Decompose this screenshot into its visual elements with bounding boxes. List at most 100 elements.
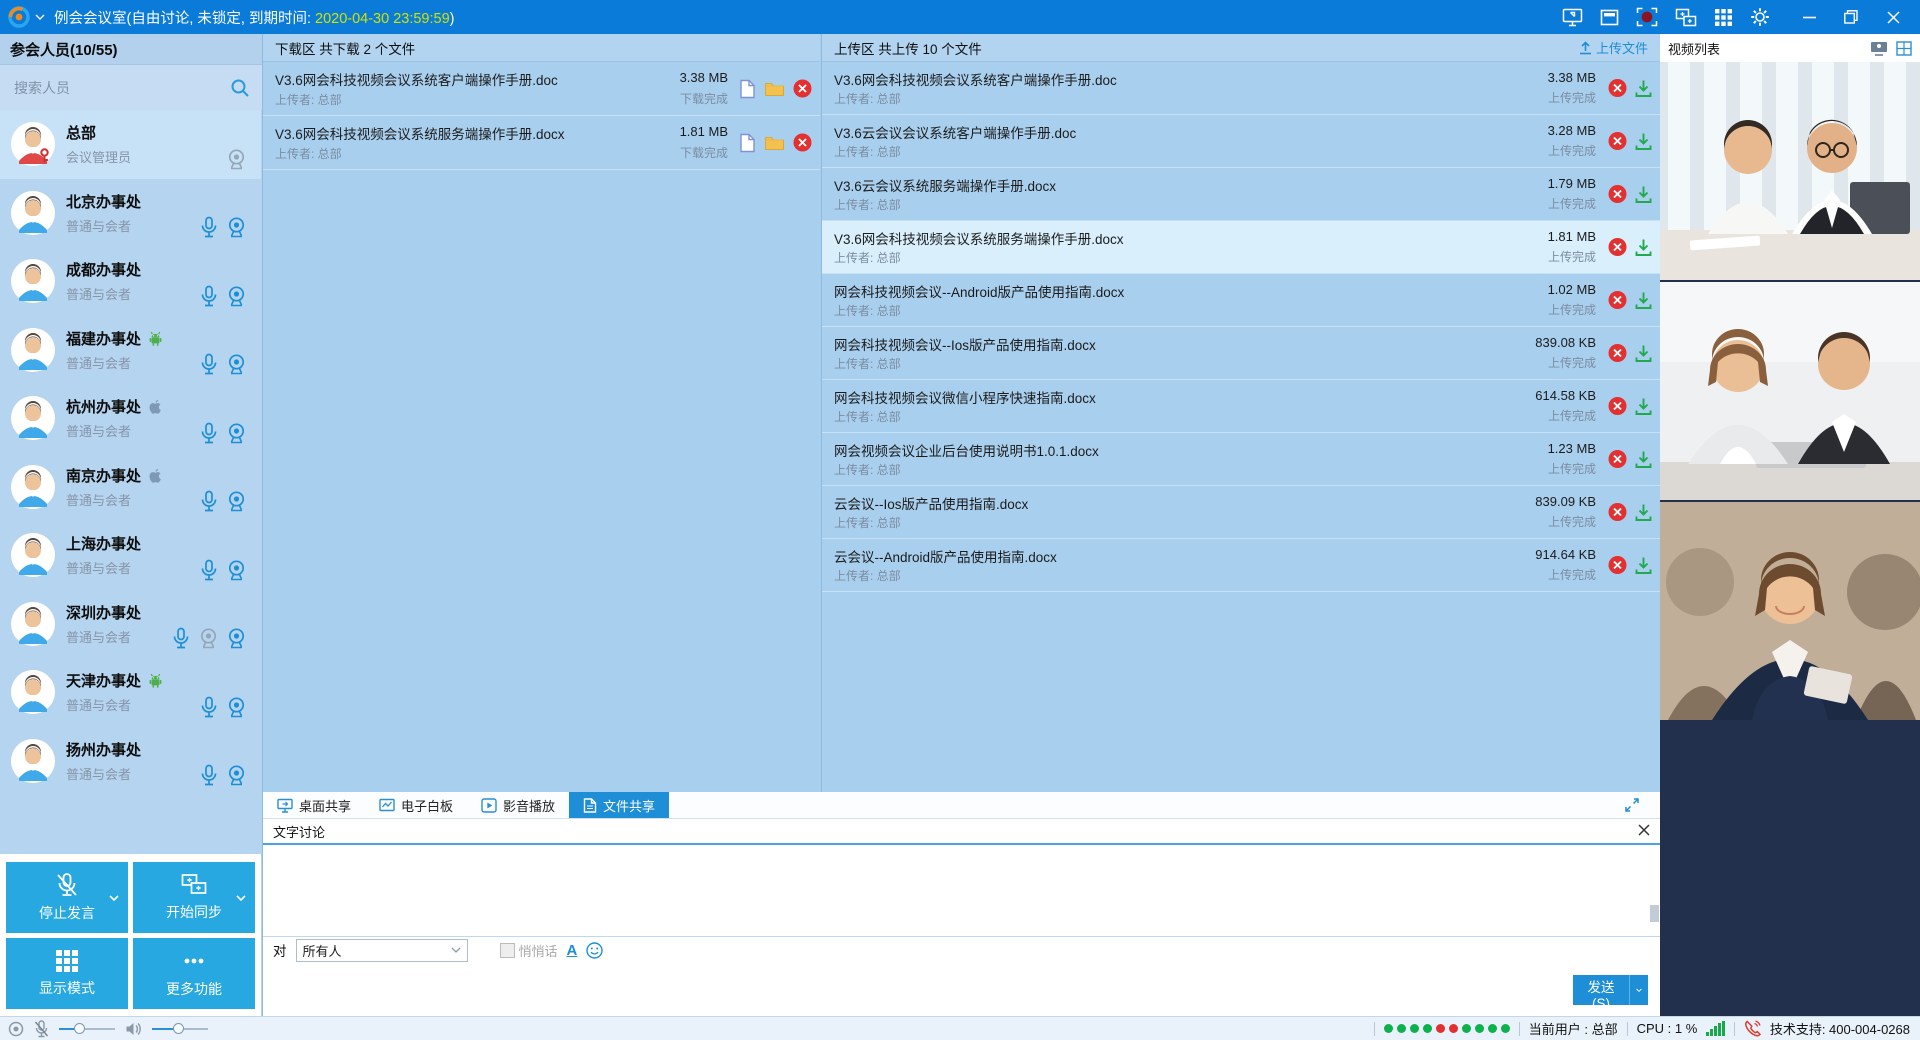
- expand-icon[interactable]: [1624, 797, 1640, 813]
- minimize-button[interactable]: [1788, 0, 1830, 34]
- participant-row[interactable]: 深圳办事处 普通与会者: [0, 590, 261, 659]
- participant-row[interactable]: 杭州办事处 普通与会者: [0, 384, 261, 453]
- download-file-row[interactable]: V3.6网会科技视频会议系统服务端操作手册.docx 上传者: 总部 1.81 …: [263, 116, 820, 170]
- delete-icon[interactable]: [1608, 503, 1627, 522]
- delete-icon[interactable]: [1608, 185, 1627, 204]
- upload-file-row[interactable]: V3.6云会议系统服务端操作手册.docx 上传者: 总部 1.79 MB 上传…: [822, 168, 1660, 221]
- control-button[interactable]: 开始同步: [133, 862, 255, 933]
- control-button[interactable]: 显示模式: [6, 938, 128, 1009]
- delete-icon[interactable]: [1608, 132, 1627, 151]
- camera-icon[interactable]: [226, 696, 247, 718]
- chat-close-icon[interactable]: [1638, 824, 1650, 836]
- delete-icon[interactable]: [1608, 344, 1627, 363]
- camera-icon[interactable]: [226, 764, 247, 786]
- layout-grid-icon[interactable]: [1714, 8, 1733, 27]
- camera-icon[interactable]: [226, 353, 247, 375]
- video-device-icon[interactable]: [1870, 41, 1888, 56]
- whisper-option[interactable]: 悄悄话: [500, 941, 558, 960]
- delete-icon[interactable]: [1608, 238, 1627, 257]
- mic-icon[interactable]: [199, 422, 219, 444]
- search-input[interactable]: [12, 79, 230, 97]
- mic-icon[interactable]: [199, 764, 219, 786]
- participant-row[interactable]: 南京办事处 普通与会者: [0, 453, 261, 522]
- send-options-button[interactable]: [1629, 975, 1648, 1005]
- restore-button[interactable]: [1830, 0, 1872, 34]
- download-icon[interactable]: [1635, 503, 1652, 521]
- record-icon[interactable]: [1636, 7, 1658, 27]
- download-icon[interactable]: [1635, 344, 1652, 362]
- search-icon[interactable]: [230, 78, 250, 98]
- control-button[interactable]: 更多功能: [133, 938, 255, 1009]
- delete-icon[interactable]: [793, 133, 812, 152]
- screen-share-icon[interactable]: [1562, 8, 1583, 27]
- mic-muted-icon[interactable]: [34, 1020, 49, 1038]
- participant-row[interactable]: 天津办事处 普通与会者: [0, 658, 261, 727]
- upload-file-row[interactable]: 云会议--Ios版产品使用指南.docx 上传者: 总部 839.09 KB 上…: [822, 486, 1660, 539]
- window-mode-icon[interactable]: [1600, 9, 1619, 26]
- delete-icon[interactable]: [793, 79, 812, 98]
- sync-windows-icon[interactable]: [1675, 8, 1697, 27]
- upload-file-row[interactable]: V3.6云会议会议系统客户端操作手册.doc 上传者: 总部 3.28 MB 上…: [822, 115, 1660, 168]
- share-tab[interactable]: 电子白板: [365, 792, 467, 818]
- upload-file-row[interactable]: 网会视频会议企业后台使用说明书1.0.1.docx 上传者: 总部 1.23 M…: [822, 433, 1660, 486]
- delete-icon[interactable]: [1608, 79, 1627, 98]
- video-tile[interactable]: [1660, 62, 1920, 280]
- upload-file-row[interactable]: 网会科技视频会议--Ios版产品使用指南.docx 上传者: 总部 839.08…: [822, 327, 1660, 380]
- camera-icon[interactable]: [226, 627, 247, 649]
- share-tab[interactable]: 影音播放: [467, 792, 569, 818]
- mic-icon[interactable]: [171, 627, 191, 649]
- video-layout-icon[interactable]: [1896, 41, 1912, 56]
- mic-icon[interactable]: [199, 490, 219, 512]
- upload-file-row[interactable]: V3.6网会科技视频会议系统服务端操作手册.docx 上传者: 总部 1.81 …: [822, 221, 1660, 274]
- download-icon[interactable]: [1635, 397, 1652, 415]
- download-icon[interactable]: [1635, 291, 1652, 309]
- whisper-checkbox[interactable]: [500, 943, 515, 958]
- upload-file-row[interactable]: 网会科技视频会议微信小程序快速指南.docx 上传者: 总部 614.58 KB…: [822, 380, 1660, 433]
- mic-icon[interactable]: [199, 285, 219, 307]
- mic-icon[interactable]: [199, 216, 219, 238]
- close-button[interactable]: [1872, 0, 1914, 34]
- participant-row[interactable]: 扬州办事处 普通与会者: [0, 727, 261, 796]
- camera-disabled-icon[interactable]: [198, 627, 219, 649]
- open-file-icon[interactable]: [739, 133, 756, 153]
- participant-row[interactable]: 上海办事处 普通与会者: [0, 521, 261, 590]
- delete-icon[interactable]: [1608, 291, 1627, 310]
- camera-disabled-icon[interactable]: [226, 148, 247, 170]
- title-menu-chevron-icon[interactable]: [34, 13, 46, 21]
- mic-icon[interactable]: [199, 353, 219, 375]
- upload-file-row[interactable]: V3.6网会科技视频会议系统客户端操作手册.doc 上传者: 总部 3.38 M…: [822, 62, 1660, 115]
- download-icon[interactable]: [1635, 79, 1652, 97]
- chat-scrollbar-thumb[interactable]: [1650, 905, 1659, 922]
- emoji-button[interactable]: [586, 942, 603, 959]
- delete-icon[interactable]: [1608, 450, 1627, 469]
- camera-icon[interactable]: [226, 422, 247, 444]
- download-icon[interactable]: [1635, 450, 1652, 468]
- control-button[interactable]: 停止发言: [6, 862, 128, 933]
- upload-file-button[interactable]: 上传文件: [1579, 38, 1648, 57]
- mic-icon[interactable]: [199, 559, 219, 581]
- delete-icon[interactable]: [1608, 556, 1627, 575]
- mic-icon[interactable]: [199, 696, 219, 718]
- share-tab[interactable]: 桌面共享: [263, 792, 365, 818]
- upload-file-row[interactable]: 网会科技视频会议--Android版产品使用指南.docx 上传者: 总部 1.…: [822, 274, 1660, 327]
- open-folder-icon[interactable]: [764, 134, 785, 151]
- download-file-row[interactable]: V3.6网会科技视频会议系统客户端操作手册.doc 上传者: 总部 3.38 M…: [263, 62, 820, 116]
- participant-row[interactable]: 成都办事处 普通与会者: [0, 247, 261, 316]
- camera-icon[interactable]: [226, 490, 247, 512]
- open-folder-icon[interactable]: [764, 80, 785, 97]
- camera-icon[interactable]: [226, 285, 247, 307]
- video-tile[interactable]: [1660, 502, 1920, 720]
- open-file-icon[interactable]: [739, 79, 756, 99]
- share-tab[interactable]: 文件共享: [569, 792, 669, 818]
- download-icon[interactable]: [1635, 556, 1652, 574]
- participant-row[interactable]: 北京办事处 普通与会者: [0, 179, 261, 248]
- recipient-select[interactable]: 所有人: [296, 939, 468, 962]
- video-tile[interactable]: [1660, 282, 1920, 500]
- camera-icon[interactable]: [226, 216, 247, 238]
- download-icon[interactable]: [1635, 185, 1652, 203]
- camera-icon[interactable]: [226, 559, 247, 581]
- speaker-volume-slider[interactable]: [152, 1023, 208, 1035]
- speaker-icon[interactable]: [125, 1021, 142, 1037]
- font-color-button[interactable]: A: [567, 942, 578, 959]
- send-button[interactable]: 发送(S): [1573, 975, 1629, 1005]
